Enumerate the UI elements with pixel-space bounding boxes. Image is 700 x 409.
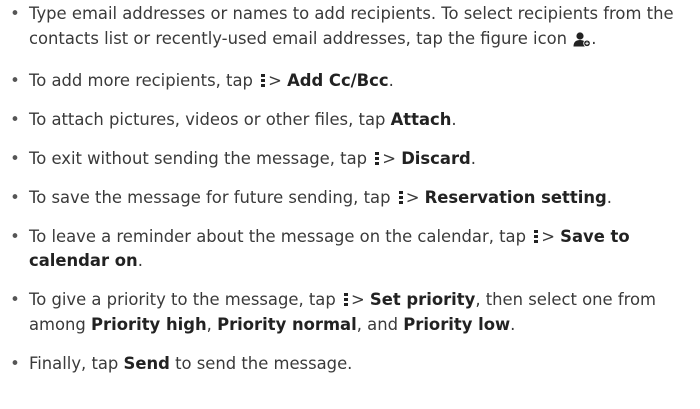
menu-option-label: Attach — [390, 109, 452, 129]
menu-option-label: Priority normal — [217, 314, 357, 334]
instructions-page: • Type email addresses or names to add re… — [0, 0, 700, 409]
menu-icon — [534, 229, 539, 243]
list-item: • To save the message for future sending,… — [0, 186, 700, 211]
menu-option-label: Discard — [401, 148, 471, 168]
list-item: • To add more recipients, tap > Add Cc/Bc… — [0, 69, 700, 94]
item-text: To attach pictures, videos or other file… — [29, 109, 391, 129]
item-text: . — [606, 187, 612, 207]
bullet-marker: • — [10, 4, 20, 23]
figure-icon — [573, 30, 592, 55]
menu-option-label: Set priority — [369, 290, 476, 309]
bullet-marker: • — [10, 148, 20, 168]
item-text: To leave a reminder about the message on… — [29, 226, 532, 246]
instruction-list: • Type email addresses or names to add re… — [0, 2, 700, 376]
list-item: • To give a priority to the message, tap … — [0, 288, 700, 337]
list-item: • To exit without sending the message, ta… — [0, 147, 700, 172]
item-text: , and — [356, 314, 404, 334]
item-text: To give a priority to the message, tap — [29, 290, 341, 309]
item-text: , — [206, 314, 218, 334]
item-text: To add more recipients, tap — [29, 70, 259, 90]
menu-icon — [343, 293, 348, 306]
menu-option-label: Priority low — [403, 314, 511, 334]
item-text: . — [388, 70, 394, 90]
menu-option-label: Send — [123, 353, 170, 373]
menu-option-label: Add Cc/Bcc — [287, 70, 389, 90]
menu-option-label: Reservation setting — [424, 187, 607, 207]
bullet-marker: • — [10, 353, 20, 373]
item-text: to send the message. — [169, 353, 353, 373]
item-text: . — [470, 148, 476, 168]
item-text: To exit without sending the message, tap — [29, 148, 373, 168]
bullet-marker: • — [10, 226, 20, 246]
item-text: . — [510, 314, 516, 334]
menu-option-label: Priority high — [91, 314, 207, 334]
item-text: . — [137, 251, 143, 270]
menu-icon — [398, 190, 403, 204]
item-text: To save the message for future sending, … — [29, 187, 396, 207]
list-item: • To attach pictures, videos or other fil… — [0, 108, 700, 133]
bullet-marker: • — [10, 70, 20, 90]
item-text: > — [268, 70, 288, 90]
menu-icon — [375, 151, 380, 165]
list-item: • Finally, tap Send to send the message. — [0, 352, 700, 377]
item-text: . — [451, 109, 457, 129]
list-item: • To leave a reminder about the message o… — [0, 225, 700, 274]
item-text: > — [382, 148, 402, 168]
item-text: . — [591, 28, 597, 48]
item-text: Finally, tap — [29, 353, 124, 373]
item-text: > — [541, 226, 561, 246]
bullet-marker: • — [10, 109, 20, 129]
item-text: > — [350, 290, 370, 309]
item-text: > — [405, 187, 425, 207]
bullet-marker: • — [10, 187, 20, 207]
menu-icon — [261, 73, 266, 87]
bullet-marker: • — [10, 290, 20, 309]
list-item: • Type email addresses or names to add re… — [0, 2, 700, 54]
